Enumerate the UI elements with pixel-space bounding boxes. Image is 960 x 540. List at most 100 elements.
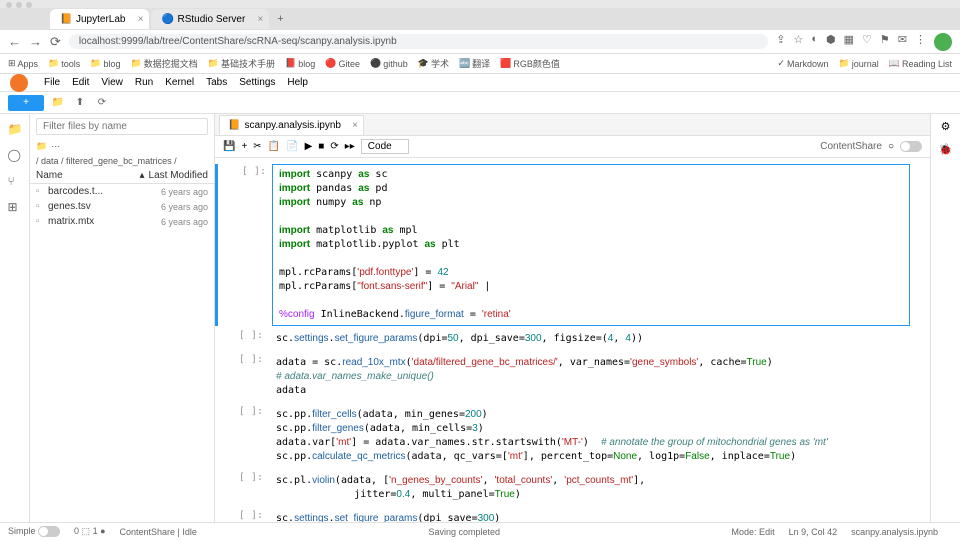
back-button[interactable]: ←: [8, 34, 21, 49]
bookmark-item[interactable]: 🎓 学术: [418, 57, 449, 70]
bookmark-item[interactable]: 📖 Reading List: [889, 58, 952, 69]
close-icon[interactable]: ×: [257, 14, 263, 25]
kernel-name[interactable]: ContentShare: [820, 141, 882, 152]
new-folder-button[interactable]: 📁: [50, 95, 66, 111]
new-launcher-button[interactable]: +: [8, 95, 44, 111]
bookmark-item[interactable]: 📁 journal: [838, 58, 878, 69]
menu-tabs[interactable]: Tabs: [206, 77, 227, 88]
extensions-icon[interactable]: ⊞: [8, 200, 22, 214]
bookmark-item[interactable]: 📁 blog: [90, 58, 120, 69]
upload-button[interactable]: ⬆: [72, 95, 88, 111]
debug-icon[interactable]: 🐞: [939, 143, 953, 156]
code-cell[interactable]: [ ]:adata = sc.read_10x_mtx('data/filter…: [215, 352, 910, 402]
browser-tabs: 📙JupyterLab× 🔵RStudio Server× +: [0, 8, 960, 30]
file-row[interactable]: ▫genes.tsv6 years ago: [30, 199, 214, 214]
bookmark-item[interactable]: 📁 基础技术手册: [208, 57, 275, 70]
cut-button[interactable]: ✂: [253, 141, 261, 152]
git-icon[interactable]: ⑂: [8, 174, 22, 188]
ext-icon[interactable]: ◐: [811, 33, 818, 51]
folder-icon[interactable]: 📁: [8, 122, 22, 136]
menu-icon[interactable]: ⋮: [915, 33, 926, 51]
status-mode: Mode: Edit: [732, 527, 775, 537]
restart-button[interactable]: ⟳: [330, 141, 338, 152]
code-cell[interactable]: [ ]:sc.settings.set_figure_params(dpi_sa…: [215, 508, 910, 522]
file-icon: ▫: [36, 201, 48, 212]
copy-button[interactable]: 📋: [268, 141, 280, 152]
col-mod[interactable]: Last Modified: [149, 170, 208, 181]
cell-type-select[interactable]: Code: [361, 139, 409, 154]
file-icon: ▫: [36, 216, 48, 227]
bookmark-item[interactable]: 📁 数据挖掘文档: [131, 57, 198, 70]
share-icon[interactable]: ⇪: [776, 33, 785, 51]
avatar[interactable]: [934, 33, 952, 51]
breadcrumb[interactable]: 📁⋯: [30, 139, 214, 154]
forward-button[interactable]: →: [29, 34, 42, 49]
status-cursor: Ln 9, Col 42: [789, 527, 838, 537]
running-icon[interactable]: ◯: [8, 148, 22, 162]
menu-file[interactable]: File: [44, 77, 60, 88]
menu-settings[interactable]: Settings: [239, 77, 275, 88]
jupyter-menubar: File Edit View Run Kernel Tabs Settings …: [0, 74, 960, 92]
ext-icon[interactable]: ⬢: [826, 33, 836, 51]
refresh-button[interactable]: ⟳: [94, 95, 110, 111]
breadcrumb-path[interactable]: / data / filtered_gene_bc_matrices /: [30, 154, 214, 168]
reload-button[interactable]: ⟳: [50, 34, 61, 50]
status-file: scanpy.analysis.ipynb: [851, 527, 938, 537]
save-button[interactable]: 💾: [223, 141, 235, 152]
status-terminals[interactable]: 0 ⬚ 1 ●: [74, 526, 105, 537]
bookmark-item[interactable]: ✓ Markdown: [777, 58, 828, 69]
bookmark-item[interactable]: 🟥 RGB颜色值: [500, 57, 560, 70]
close-icon[interactable]: ×: [352, 120, 358, 131]
bookmarks-bar: ⊞ Apps 📁 tools 📁 blog 📁 数据挖掘文档 📁 基础技术手册 …: [0, 54, 960, 74]
activity-bar: 📁 ◯ ⑂ ⊞: [0, 114, 30, 522]
jupyter-icon: 📙: [60, 14, 70, 24]
col-name[interactable]: Name: [36, 170, 139, 181]
file-icon: ▫: [36, 186, 48, 197]
notebook-cells: [ ]:import scanpy as sc import pandas as…: [215, 158, 930, 522]
ext-icon[interactable]: ♡: [862, 33, 872, 51]
menu-help[interactable]: Help: [287, 77, 308, 88]
menu-edit[interactable]: Edit: [72, 77, 89, 88]
menu-kernel[interactable]: Kernel: [165, 77, 194, 88]
debug-toggle[interactable]: [900, 141, 922, 152]
ext-icon[interactable]: ✉: [898, 33, 907, 51]
tab-rstudio[interactable]: 🔵RStudio Server×: [151, 9, 269, 29]
jupyter-logo-icon: [10, 74, 28, 92]
star-icon[interactable]: ☆: [793, 33, 803, 51]
notebook-tab[interactable]: 📙scanpy.analysis.ipynb×: [219, 115, 364, 135]
bookmark-item[interactable]: 🔴 Gitee: [325, 58, 360, 69]
code-cell[interactable]: [ ]:sc.pp.filter_cells(adata, min_genes=…: [215, 404, 910, 468]
url-input[interactable]: localhost:9999/lab/tree/ContentShare/scR…: [69, 34, 768, 49]
status-saving: Saving completed: [428, 527, 500, 537]
bookmark-item[interactable]: 📕 blog: [285, 58, 315, 69]
code-cell[interactable]: [ ]:sc.settings.set_figure_params(dpi=50…: [215, 328, 910, 350]
menu-run[interactable]: Run: [135, 77, 153, 88]
url-bar: ← → ⟳ localhost:9999/lab/tree/ContentSha…: [0, 30, 960, 54]
menu-view[interactable]: View: [101, 77, 123, 88]
restart-run-button[interactable]: ▸▸: [345, 141, 355, 152]
file-row[interactable]: ▫barcodes.t...6 years ago: [30, 184, 214, 199]
close-icon[interactable]: ×: [138, 14, 144, 25]
paste-button[interactable]: 📄: [286, 141, 298, 152]
status-kernel: ContentShare | Idle: [120, 527, 197, 537]
stop-button[interactable]: ■: [318, 141, 324, 152]
bookmark-item[interactable]: 📁 tools: [48, 58, 80, 69]
run-button[interactable]: ▶: [305, 141, 313, 152]
property-inspector-icon[interactable]: ⚙: [941, 120, 951, 133]
simple-toggle[interactable]: Simple: [8, 526, 60, 537]
bookmark-item[interactable]: ⚫ github: [370, 58, 408, 69]
code-cell[interactable]: [ ]:import scanpy as sc import pandas as…: [215, 164, 910, 326]
new-tab-button[interactable]: +: [277, 13, 283, 25]
insert-cell-button[interactable]: +: [241, 141, 247, 152]
status-bar: Simple 0 ⬚ 1 ● ContentShare | Idle Savin…: [0, 522, 960, 540]
bookmark-item[interactable]: 🔤 翻译: [459, 57, 490, 70]
filter-input[interactable]: [36, 118, 208, 135]
ext-icon[interactable]: ▦: [844, 33, 854, 51]
notebook-icon: 📙: [228, 120, 240, 131]
ext-icon[interactable]: ⚑: [880, 33, 890, 51]
apps-icon[interactable]: ⊞ Apps: [8, 58, 38, 69]
file-row[interactable]: ▫matrix.mtx6 years ago: [30, 214, 214, 229]
tab-jupyterlab[interactable]: 📙JupyterLab×: [50, 9, 149, 29]
file-toolbar: + 📁 ⬆ ⟳: [0, 92, 960, 114]
code-cell[interactable]: [ ]:sc.pl.violin(adata, ['n_genes_by_cou…: [215, 470, 910, 506]
